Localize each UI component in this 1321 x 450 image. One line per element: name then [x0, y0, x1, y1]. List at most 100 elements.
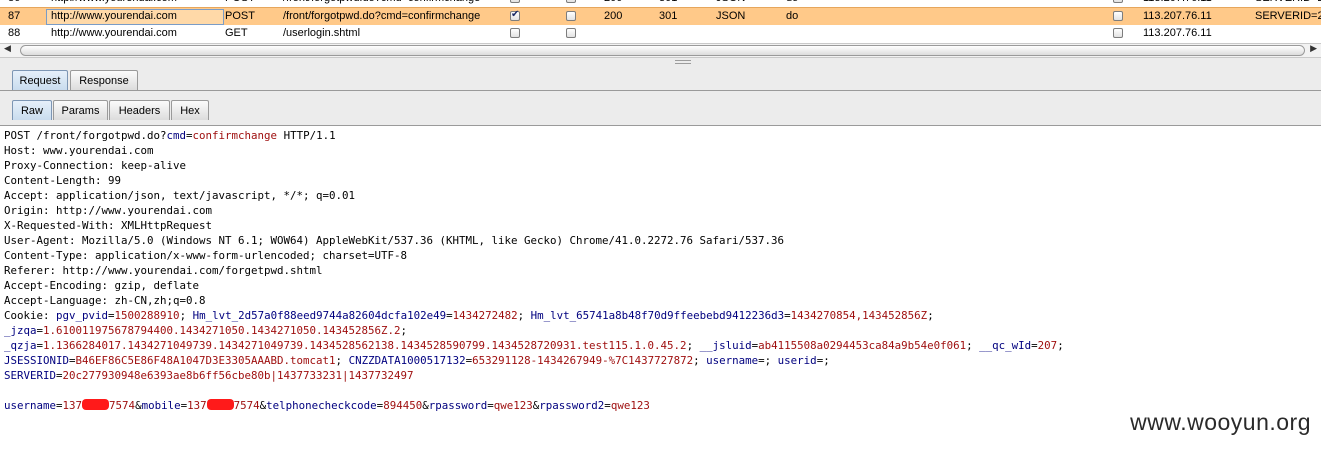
table-row[interactable]: 87 http://www.yourendai.com POST/front/for…: [0, 7, 1321, 27]
method-cell: GET: [225, 27, 248, 39]
url-cell: /front/forgotpwd.do?cmd=confirmchange: [283, 10, 481, 22]
separator: ;: [400, 324, 408, 337]
param-name: mobile: [141, 399, 181, 412]
param-value: 7574: [109, 399, 136, 412]
tab-request[interactable]: Request: [12, 70, 68, 90]
length-cell: 301: [659, 10, 678, 22]
horizontal-scrollbar[interactable]: ◀ ▶: [0, 43, 1321, 58]
param-value: ab4115508a0294453ca84a9b54e0f061: [758, 339, 967, 352]
proxy-history-table: 86http://www.yourendai.comPOST/front/for…: [0, 0, 1321, 42]
row-number: 87: [8, 10, 21, 22]
param-name: username: [4, 399, 57, 412]
extension-cell: do: [786, 0, 798, 4]
param-name: SERVERID: [4, 369, 57, 382]
param-name: CNZZDATA1000517132: [348, 354, 466, 367]
method-cell: POST: [225, 10, 255, 22]
separator: ;: [693, 354, 707, 367]
param-value: qwe123: [493, 399, 533, 412]
header-line: Content-Type: application/x-www-form-url…: [4, 249, 408, 262]
param-value: 894450: [383, 399, 423, 412]
tab-params[interactable]: Params: [53, 100, 108, 120]
param-value: 207: [1037, 339, 1058, 352]
params-checkbox[interactable]: [510, 9, 520, 21]
param-name: rpassword2: [539, 399, 605, 412]
status-cell: 200: [604, 10, 623, 22]
param-value: 7574: [233, 399, 260, 412]
raw-request-editor[interactable]: POST /front/forgotpwd.do?cmd=confirmchan…: [0, 125, 1321, 450]
ssl-checkbox[interactable]: [1113, 0, 1123, 3]
edited-checkbox[interactable]: [566, 28, 576, 38]
ip-cell: 113.207.76.11: [1143, 10, 1212, 22]
param-value: qwe123: [610, 399, 650, 412]
ssl-checkbox[interactable]: [1113, 11, 1123, 21]
header-line: Accept-Encoding: gzip, deflate: [4, 279, 200, 292]
header-line: Referer: http://www.yourendai.com/forget…: [4, 264, 323, 277]
cookie-header-values: pgv_pvid=1500288910; Hm_lvt_2d57a0f88eed…: [4, 309, 1064, 382]
param-value: 20c277930948e6393ae8b6ff56cbe80b|1437733…: [62, 369, 414, 382]
redaction-mark: [82, 399, 110, 410]
host-cell: http://www.yourendai.com: [51, 27, 177, 39]
param-name: telphonecheckcode: [266, 399, 377, 412]
param-value: 1434272482: [452, 309, 518, 322]
ip-cell: 113.207.76.11: [1143, 27, 1212, 39]
param-value: 137: [62, 399, 83, 412]
raw-request-text[interactable]: POST /front/forgotpwd.do?cmd=confirmchan…: [4, 128, 1064, 413]
param-name: JSESSIONID: [4, 354, 70, 367]
extension-cell: do: [786, 10, 799, 22]
param-value: 1500288910: [114, 309, 180, 322]
request-line: POST /front/forgotpwd.do?cmd=confirmchan…: [4, 129, 336, 142]
watermark: www.wooyun.org: [1130, 409, 1311, 435]
cookies-cell: SERVERID=20: [1255, 0, 1321, 4]
param-name: __qc_wId: [979, 339, 1032, 352]
message-tab-underline: [0, 90, 1321, 91]
param-value: 137: [187, 399, 207, 412]
separator: ;: [966, 339, 980, 352]
scroll-left-arrow-icon[interactable]: ◀: [4, 43, 11, 54]
header-line: Accept-Language: zh-CN,zh;q=0.8: [4, 294, 206, 307]
edited-checkbox[interactable]: [566, 0, 576, 3]
param-value: 1.610011975678794400.1434271050.14342710…: [43, 324, 401, 337]
tab-hex[interactable]: Hex: [171, 100, 209, 120]
length-cell: 301: [659, 0, 677, 4]
scrollbar-thumb[interactable]: [20, 45, 1305, 56]
mime-type-cell: JSON: [716, 10, 746, 22]
separator: ;: [1057, 339, 1064, 352]
cookies-cell: SERVERID=20: [1255, 10, 1321, 22]
mime-type-cell: JSON: [716, 0, 745, 4]
param-name: __jsluid: [699, 339, 752, 352]
separator: ;: [823, 354, 830, 367]
tab-response[interactable]: Response: [70, 70, 138, 90]
edited-checkbox[interactable]: [566, 11, 576, 21]
table-row[interactable]: 88 http://www.yourendai.com GET/userlogin.…: [0, 25, 1321, 42]
url-cell: /userlogin.shtml: [283, 27, 361, 39]
param-name: _qzja: [4, 339, 37, 352]
param-name: Hm_lvt_2d57a0f88eed9744a82604dcfa102e49: [192, 309, 447, 322]
tab-raw[interactable]: Raw: [12, 100, 52, 120]
request-body: username=137 7574&mobile=137 7574&telphone…: [4, 399, 650, 412]
param-name: rpassword: [428, 399, 488, 412]
separator: ;: [179, 309, 193, 322]
separator: ;: [335, 354, 349, 367]
param-value: B46EF86C5E86F48A1047D3E3305AAABD.tomcat1: [75, 354, 336, 367]
request-headers: Host: www.yourendai.com Proxy-Connection…: [4, 144, 784, 307]
params-checkbox[interactable]: [510, 0, 520, 3]
separator: ;: [927, 309, 934, 322]
header-line: Accept: application/json, text/javascrip…: [4, 189, 356, 202]
param-name: pgv_pvid: [49, 309, 109, 322]
separator: ;: [686, 339, 700, 352]
params-checkbox[interactable]: [510, 28, 520, 38]
url-cell: /front/forgotpwd.do?cmd=confirmchange: [283, 0, 480, 4]
scroll-right-arrow-icon[interactable]: ▶: [1310, 43, 1317, 54]
host-cell: http://www.yourendai.com: [46, 9, 224, 25]
tab-headers[interactable]: Headers: [109, 100, 170, 120]
header-line: Host: www.yourendai.com: [4, 144, 154, 157]
param-value: 1434270854,143452856Z: [790, 309, 928, 322]
separator: ;: [764, 354, 778, 367]
row-number: 88: [8, 27, 21, 39]
ssl-checkbox[interactable]: [1113, 28, 1123, 38]
host-cell: http://www.yourendai.com: [46, 0, 224, 7]
param-value: 1.1366284017.1434271049739.1434271049739…: [43, 339, 687, 352]
row-number: 86: [8, 0, 20, 4]
header-line: Proxy-Connection: keep-alive: [4, 159, 187, 172]
header-line: Content-Length: 99: [4, 174, 122, 187]
